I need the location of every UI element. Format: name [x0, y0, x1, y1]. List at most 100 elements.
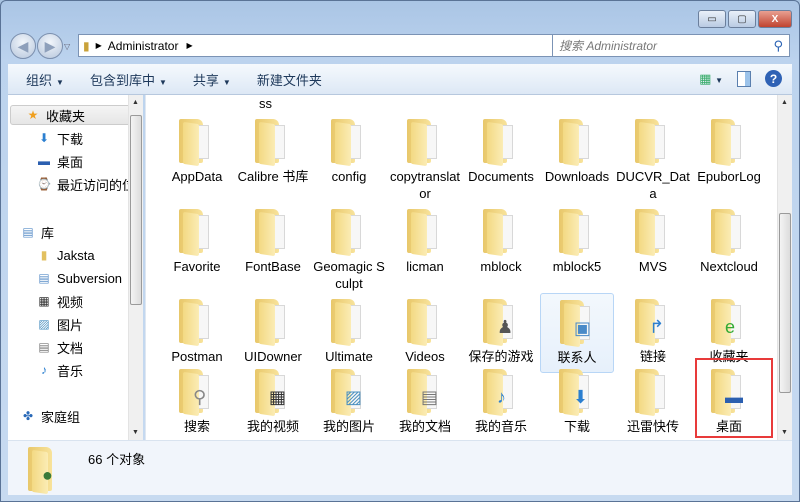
folder-item[interactable]: EpuborLog	[692, 113, 766, 193]
folder-icon	[635, 369, 669, 417]
folder-item[interactable]: Ultimate	[312, 293, 386, 373]
chess-icon: ♟	[497, 317, 514, 337]
sidebar-item[interactable]: ▤ 库	[20, 222, 54, 242]
folder-item[interactable]: mblock	[464, 203, 538, 283]
folder-item[interactable]: ▦ 我的视频	[236, 363, 310, 440]
folder-item[interactable]: Postman	[160, 293, 234, 373]
folder-item[interactable]: config	[312, 113, 386, 193]
sidebar-item[interactable]: ▤ Subversion	[36, 268, 122, 288]
preview-pane-icon[interactable]	[737, 70, 751, 87]
folder-item[interactable]: Downloads	[540, 113, 614, 193]
sidebar-item-label: 家庭组	[41, 409, 81, 425]
folder-item[interactable]: Favorite	[160, 203, 234, 283]
folder-icon: e	[711, 299, 745, 347]
folder-icon: ♟	[483, 299, 517, 347]
scroll-down-icon[interactable]: ▼	[132, 429, 139, 436]
sidebar-item[interactable]: ★ 收藏夹	[10, 105, 128, 125]
sidebar-item[interactable]: ▤ 文档	[36, 337, 83, 357]
sidebar-item[interactable]: ▬ 桌面	[36, 151, 83, 171]
folder-label: config	[331, 169, 367, 184]
navigation-scrollbar[interactable]: ▲ ▼	[128, 95, 143, 440]
folder-item[interactable]: Videos	[388, 293, 462, 373]
folder-item[interactable]: DUCVR_Data	[616, 113, 690, 201]
search-icon[interactable]: ⚲	[773, 38, 783, 54]
sidebar-item[interactable]: ✤ 家庭组	[20, 406, 80, 426]
scroll-thumb[interactable]	[130, 115, 142, 305]
folder-item[interactable]: 迅雷快传	[616, 363, 690, 440]
folder-icon	[635, 119, 669, 167]
folder-item[interactable]: ↱ 链接	[616, 293, 690, 373]
recent-pages-dropdown[interactable]: ▽	[64, 42, 70, 51]
sidebar-item[interactable]: ▮ Jaksta	[36, 245, 95, 265]
search-placeholder: 搜索 Administrator	[559, 39, 658, 53]
back-button[interactable]: ◀	[10, 33, 36, 59]
view-options-icon[interactable]: ▦ ▼	[699, 71, 723, 87]
sidebar-item-label: 桌面	[57, 154, 84, 170]
sidebar-item[interactable]: ♪ 音乐	[36, 360, 83, 380]
folder-label: DUCVR_Data	[616, 169, 690, 201]
folder-item[interactable]: Geomagic Sculpt	[312, 203, 386, 291]
folder-label: 迅雷快传	[626, 419, 679, 434]
include-in-library-menu[interactable]: 包含到库中 ▼	[90, 70, 167, 89]
folder-icon	[407, 299, 441, 347]
folder-item[interactable]: ▣ 联系人	[540, 293, 614, 373]
close-button[interactable]: X	[758, 10, 792, 28]
folder-item[interactable]: AppData	[160, 113, 234, 193]
user-folder-icon: ●	[28, 447, 62, 495]
folder-item[interactable]: ⬇ 下载	[540, 363, 614, 440]
folder-item[interactable]: mblock5	[540, 203, 614, 283]
scroll-up-icon[interactable]: ▲	[781, 99, 788, 106]
share-menu[interactable]: 共享 ▼	[193, 70, 231, 89]
folder-item[interactable]: Documents	[464, 113, 538, 193]
scroll-thumb[interactable]	[779, 213, 791, 393]
ie-favorites-icon: e	[725, 317, 736, 337]
forward-button[interactable]: ▶	[37, 33, 63, 59]
breadcrumb-separator-icon[interactable]: ▶	[96, 41, 102, 50]
sidebar-item-label: 图片	[57, 317, 84, 333]
star-icon: ★	[27, 108, 39, 122]
video-icon: ▦	[38, 294, 50, 308]
folder-item[interactable]: licman	[388, 203, 462, 283]
music-icon: ♪	[41, 363, 47, 377]
folder-item[interactable]: ▨ 我的图片	[312, 363, 386, 440]
scroll-down-icon[interactable]: ▼	[781, 429, 788, 436]
sidebar-item[interactable]: ⌚ 最近访问的位置	[36, 174, 128, 194]
address-bar[interactable]: ▮ ▶ Administrator ▶ ▼ ⇆	[78, 34, 604, 57]
folder-item[interactable]: UIDowner	[236, 293, 310, 373]
folder-item[interactable]: Nextcloud	[692, 203, 766, 283]
folder-item[interactable]: ▤ 我的文档	[388, 363, 462, 440]
breadcrumb-chevron-icon[interactable]: ▶	[186, 41, 192, 50]
folder-icon	[179, 299, 213, 347]
file-list-scrollbar[interactable]: ▲ ▼	[777, 95, 792, 440]
folder-item[interactable]: ♟ 保存的游戏	[464, 293, 538, 373]
breadcrumb-administrator[interactable]: Administrator	[108, 39, 179, 53]
folder-icon	[179, 209, 213, 257]
folder-item[interactable]: ♪ 我的音乐	[464, 363, 538, 440]
folder-label: 我的文档	[398, 419, 451, 434]
sidebar-item[interactable]: ▨ 图片	[36, 314, 83, 334]
sidebar-item[interactable]: ▦ 视频	[36, 291, 83, 311]
folder-item[interactable]: copytranslator	[388, 113, 462, 201]
folder-icon	[331, 209, 365, 257]
folder-icon	[331, 119, 365, 167]
search-input[interactable]: 搜索 Administrator ⚲	[552, 34, 790, 57]
folder-item[interactable]: FontBase	[236, 203, 310, 283]
document-icon: ▤	[421, 387, 439, 407]
scroll-up-icon[interactable]: ▲	[132, 99, 139, 106]
folder-item[interactable]: Calibre 书库	[236, 113, 310, 193]
library-icon: ▤	[38, 271, 50, 285]
folder-item[interactable]: MVS	[616, 203, 690, 283]
sidebar-item[interactable]: ⬇ 下载	[36, 128, 83, 148]
homegroup-icon: ✤	[22, 409, 34, 423]
help-icon[interactable]: ?	[765, 70, 782, 87]
minimize-button[interactable]: ▭	[698, 10, 726, 28]
new-folder-button[interactable]: 新建文件夹	[257, 70, 322, 89]
organize-menu[interactable]: 组织 ▼	[26, 70, 64, 89]
folder-icon: ▤	[407, 369, 441, 417]
folder-icon	[483, 119, 517, 167]
folder-label: copytranslator	[389, 169, 461, 201]
folder-item[interactable]: ⚲ 搜索	[160, 363, 234, 440]
picture-icon: ▨	[38, 317, 50, 331]
details-pane: ● 66 个对象	[8, 440, 792, 495]
maximize-button[interactable]: ▢	[728, 10, 756, 28]
